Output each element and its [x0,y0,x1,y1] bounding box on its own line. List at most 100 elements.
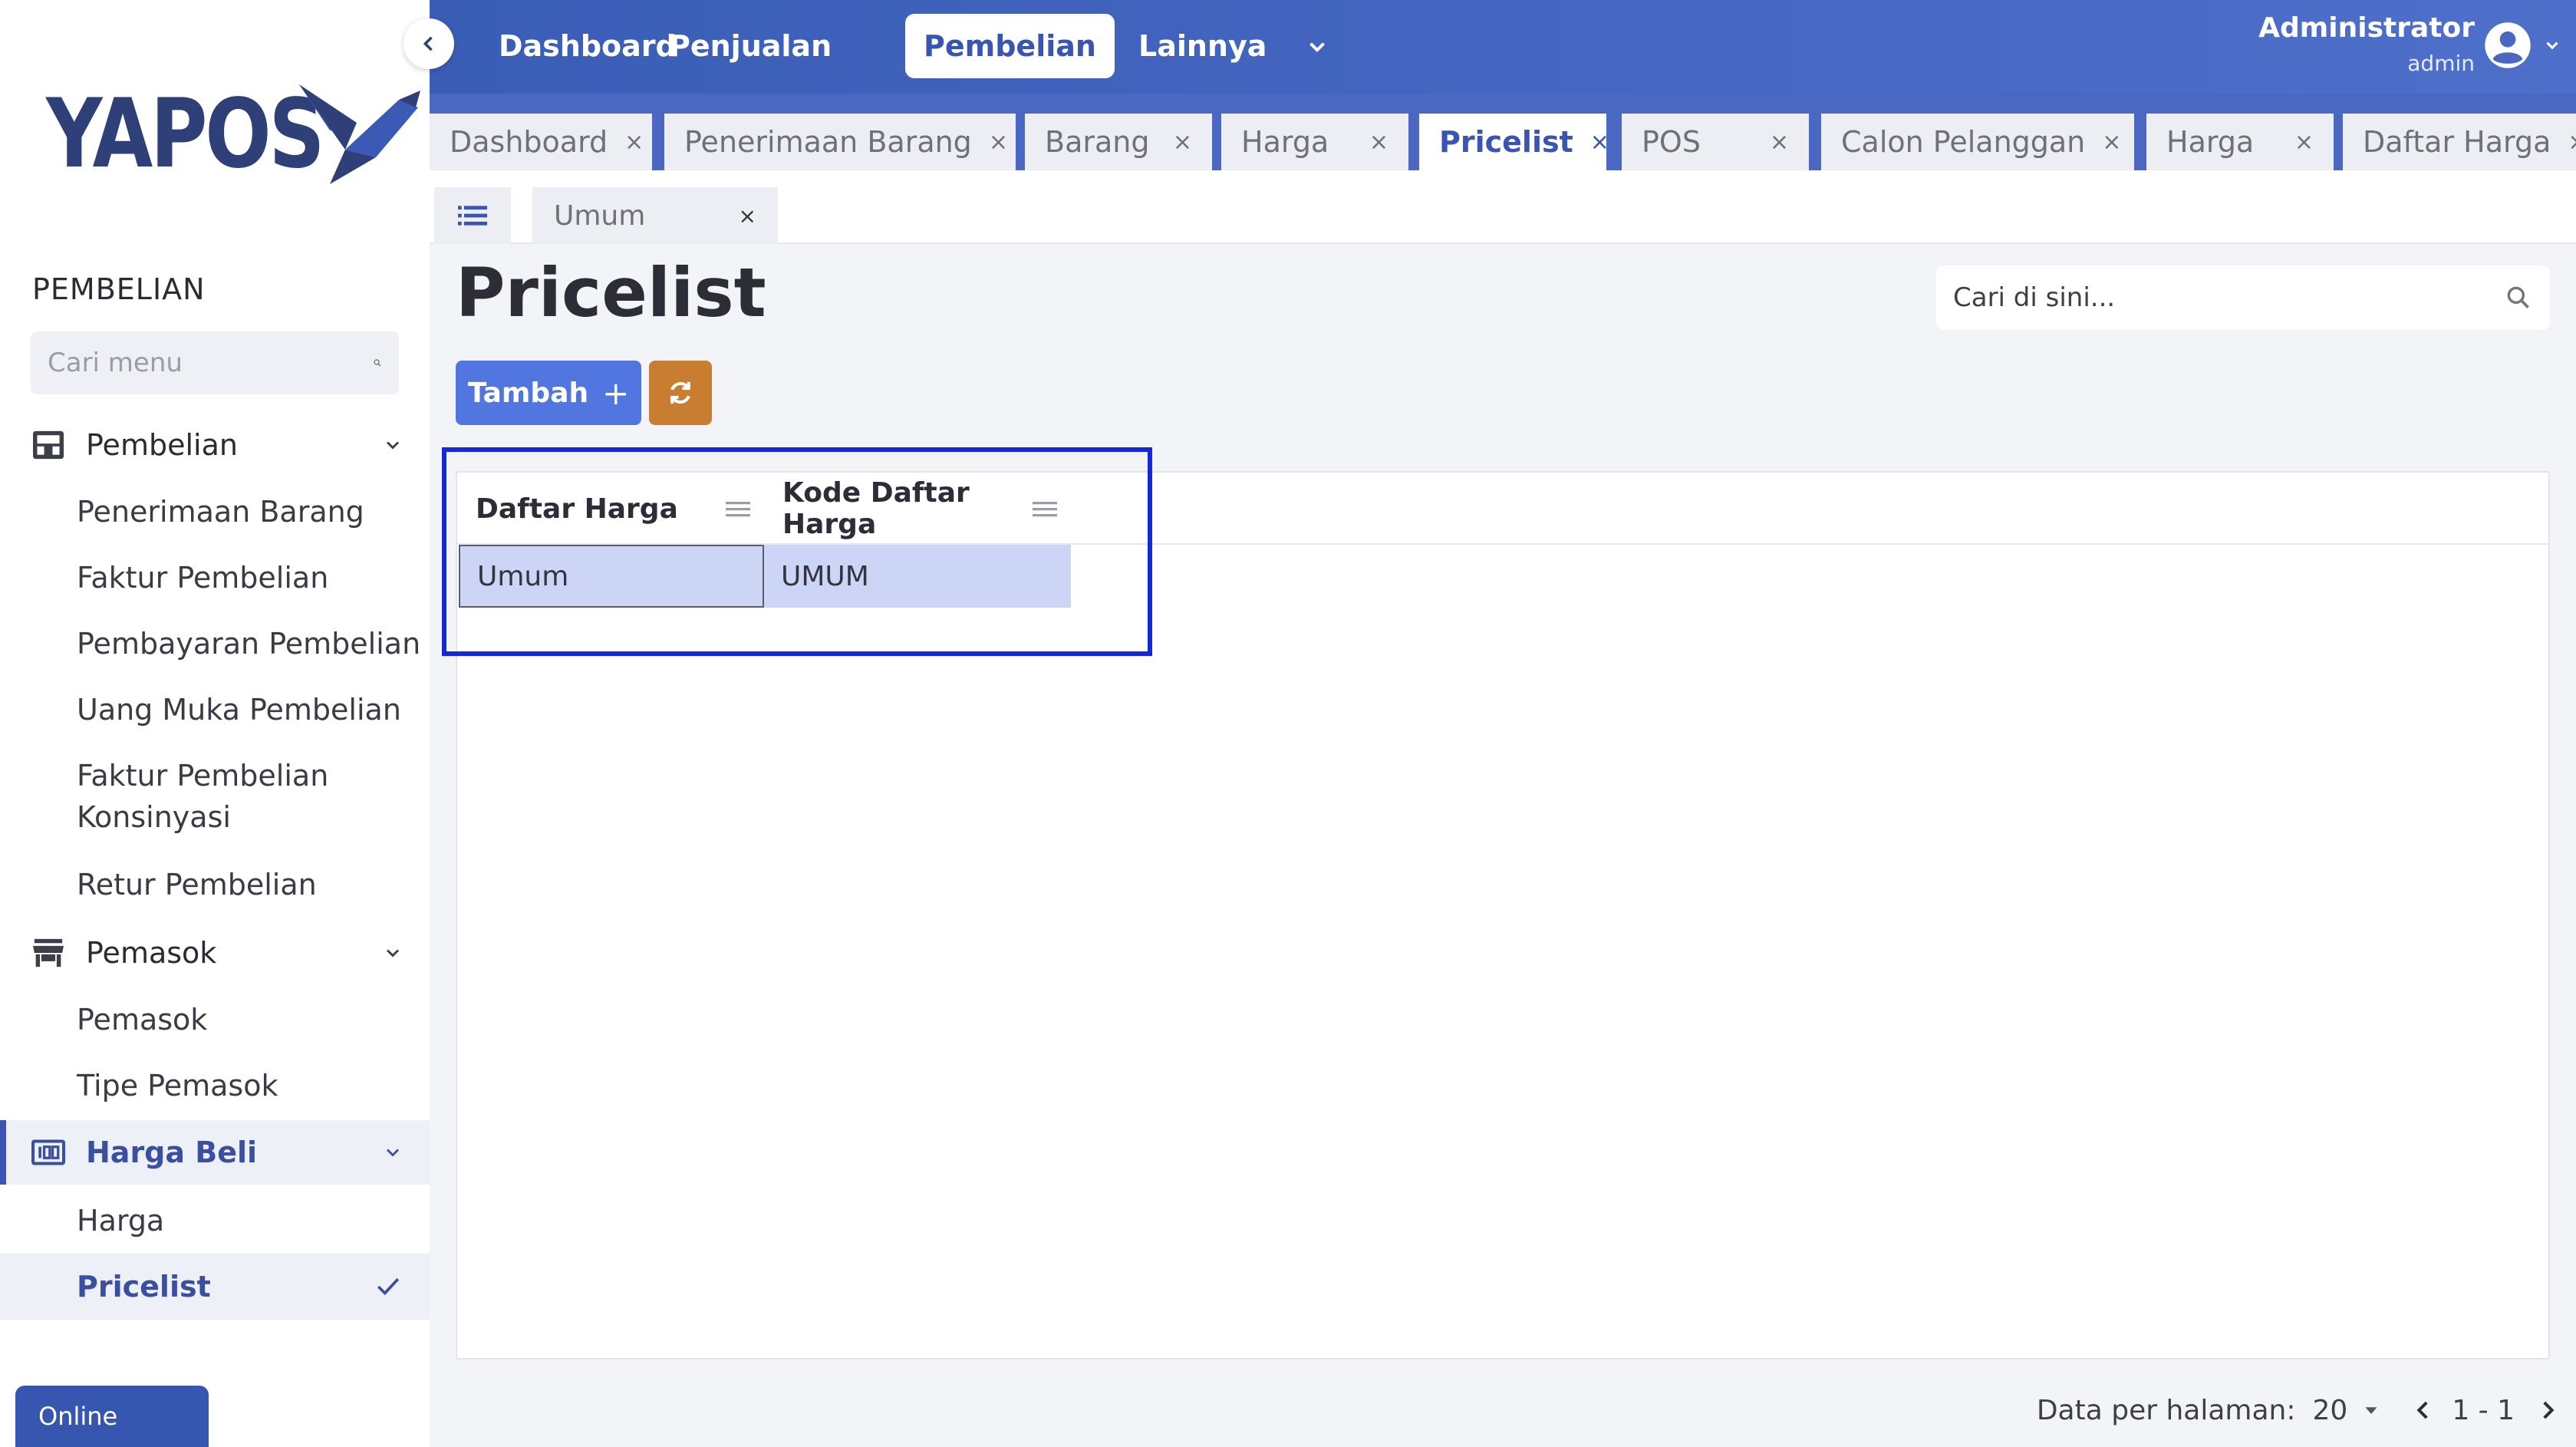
sidebar-item-harga[interactable]: Harga [0,1200,430,1241]
tab-label: Penerimaan Barang [684,125,972,159]
sidebar-group-label: Pemasok [86,936,217,970]
column-header-label: Daftar Harga [476,493,678,525]
tab-calon-pelanggan[interactable]: Calon Pelanggan × [1821,114,2134,170]
refresh-icon [670,381,690,404]
tab-harga-2[interactable]: Harga × [2146,114,2334,170]
sidebar: YAPOS PEMBELIAN Pembelian Penerimaan Bar… [0,0,430,1447]
chevron-down-icon[interactable] [1304,34,1330,60]
close-icon[interactable]: × [2294,129,2314,156]
refresh-button[interactable] [649,361,712,425]
sidebar-group-label: Harga Beli [86,1136,258,1169]
sidebar-group-pembelian[interactable]: Pembelian [0,413,430,477]
tab-daftar-harga[interactable]: Daftar Harga × [2343,114,2576,170]
tab-label: Calon Pelanggan [1841,125,2086,159]
tab-label: POS [1642,125,1701,159]
sidebar-item-penerimaan-barang[interactable]: Penerimaan Barang [0,491,430,532]
tab-pos[interactable]: POS × [1622,114,1809,170]
logo-text: YAPOS [46,79,325,190]
sidebar-item-faktur-pembelian-konsinyasi[interactable]: Faktur Pembelian Konsinyasi [0,755,430,838]
column-header-daftar-harga[interactable]: Daftar Harga [457,473,764,545]
search-input[interactable] [1953,282,2504,313]
list-icon [458,206,487,226]
sidebar-item-tipe-pemasok[interactable]: Tipe Pemasok [0,1065,430,1106]
sidebar-collapse-button[interactable] [404,18,454,69]
sidebar-item-uang-muka-pembelian[interactable]: Uang Muka Pembelian [0,689,430,730]
sidebar-item-faktur-pembelian[interactable]: Faktur Pembelian [0,557,430,598]
app-logo[interactable]: YAPOS [46,77,420,192]
close-icon[interactable]: × [1770,129,1789,156]
sidebar-group-pemasok[interactable]: Pemasok [0,921,430,985]
tab-dashboard[interactable]: Dashboard × [430,114,652,170]
per-page-select[interactable]: 20 [2313,1395,2348,1426]
list-view-button[interactable] [434,187,511,244]
chevron-down-icon [387,441,399,450]
tab-label: Pricelist [1439,125,1573,159]
checkmark-icon [377,1277,400,1296]
nav-lainnya[interactable]: Lainnya [1120,14,1285,78]
chevron-down-icon [387,1149,399,1157]
tab-label: Barang [1045,125,1150,159]
add-button[interactable]: Tambah + [456,361,641,425]
open-tabs-strip: Dashboard × Penerimaan Barang × Barang ×… [430,94,2576,170]
online-status-badge[interactable]: Online [15,1386,209,1447]
content-search[interactable] [1936,265,2550,330]
tab-label: Daftar Harga [2363,125,2551,159]
pagination: Data per halaman: 20 1 - 1 [2037,1387,2561,1433]
sidebar-item-pembayaran-pembelian[interactable]: Pembayaran Pembelian [0,623,430,664]
table-header: Daftar Harga Kode Daftar Harga [457,473,2548,545]
sidebar-group-label: Pembelian [86,428,238,462]
sidebar-item-pricelist[interactable]: Pricelist [0,1254,430,1320]
sidebar-group-harga-beli[interactable]: Harga Beli [0,1120,430,1185]
table-cell-daftar-harga[interactable]: Umum [459,545,764,608]
add-button-label: Tambah [467,377,589,409]
tab-harga[interactable]: Harga × [1221,114,1408,170]
bird-logo-icon [299,84,420,184]
table-cell-kode-daftar-harga[interactable]: UMUM [764,545,1071,608]
data-table: Daftar Harga Kode Daftar Harga Umum UMUM [456,471,2550,1360]
menu-search-input[interactable] [48,348,373,378]
close-icon[interactable]: × [989,129,1008,156]
top-navbar: Dashboard Penjualan Pembelian Lainnya Ad… [430,0,2576,94]
close-icon[interactable]: × [2568,129,2576,156]
close-icon[interactable]: × [2102,129,2121,156]
close-icon[interactable]: × [1590,129,1609,156]
user-avatar-icon[interactable] [2484,21,2532,69]
nav-label: Penjualan [669,29,832,63]
column-menu-icon[interactable] [726,502,750,517]
column-header-kode-daftar-harga[interactable]: Kode Daftar Harga [764,473,1071,545]
inbox-tray-icon [33,430,64,460]
chevron-down-icon [387,949,399,958]
chevron-down-icon[interactable] [2542,35,2562,55]
plus-icon: + [602,374,630,412]
tab-barang[interactable]: Barang × [1025,114,1212,170]
close-icon[interactable]: × [1369,129,1388,156]
chevron-left-icon [423,36,433,51]
chevron-left-icon[interactable] [2410,1397,2436,1423]
menu-search[interactable] [31,331,399,394]
sidebar-item-retur-pembelian[interactable]: Retur Pembelian [0,864,430,905]
chevron-right-icon[interactable] [2535,1397,2561,1423]
user-role: admin [2407,51,2475,76]
store-icon [33,938,64,967]
close-icon[interactable]: × [624,129,644,156]
page-title: Pricelist [456,253,766,332]
search-icon[interactable] [2504,283,2533,312]
tab-pricelist[interactable]: Pricelist × [1419,114,1609,170]
nav-penjualan[interactable]: Penjualan [546,14,850,78]
tab-label: Harga [1241,125,1329,159]
search-icon [374,359,381,367]
sidebar-item-pemasok[interactable]: Pemasok [0,999,430,1040]
user-name[interactable]: Administrator [2258,12,2475,44]
close-icon[interactable]: × [1173,129,1192,156]
price-tag-icon [31,1139,65,1165]
subtab-label: Umum [554,199,646,232]
caret-down-icon[interactable] [2360,1399,2383,1422]
sub-tab-bar: Umum × [430,170,2576,244]
column-header-label: Kode Daftar Harga [782,477,970,540]
close-icon[interactable]: × [739,203,756,229]
tab-label: Harga [2166,125,2255,159]
nav-pembelian[interactable]: Pembelian [905,14,1115,78]
column-menu-icon[interactable] [1033,502,1057,517]
subtab-umum[interactable]: Umum × [532,187,778,244]
tab-penerimaan-barang[interactable]: Penerimaan Barang × [664,114,1016,170]
